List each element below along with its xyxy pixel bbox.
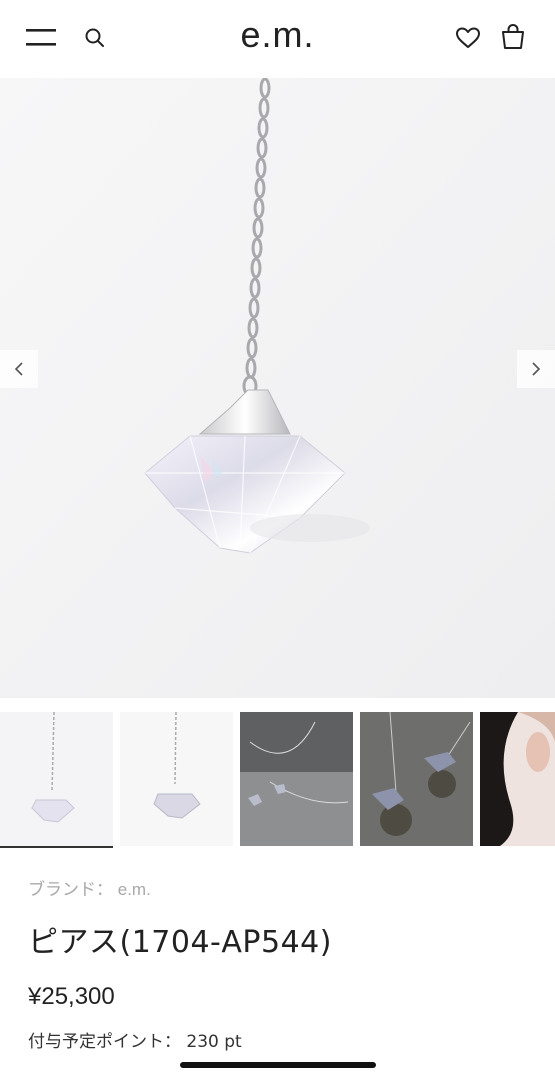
product-info: ブランド： e.m. ピアス(1704-AP544) ¥25,300 付与予定ポ… [28,875,528,1052]
thumbnail-5[interactable] [480,712,555,846]
thumbnail-strip [0,712,555,848]
site-header: e.m. [0,0,555,78]
brand-link[interactable]: e.m. [118,880,151,899]
product-main-image[interactable] [0,78,555,698]
thumbnail-3[interactable] [240,712,353,846]
brand-row: ブランド： e.m. [28,875,528,903]
product-price: ¥25,300 [28,983,115,1010]
home-indicator [180,1062,376,1068]
points-value: 230 pt [186,1032,242,1052]
heart-icon[interactable] [452,20,484,56]
thumbnail-2[interactable] [120,712,233,846]
thumbnail-1[interactable] [0,712,113,848]
brand-label: ブランド： [28,880,113,899]
earring-photo [0,78,555,698]
chevron-right-icon[interactable] [517,350,555,388]
chevron-left-icon[interactable] [0,350,38,388]
thumbnail-4[interactable] [360,712,473,846]
points-row: 付与予定ポイント： 230 pt [28,1027,528,1052]
shopping-bag-icon[interactable] [496,18,530,56]
product-title: ピアス(1704-AP544) [28,925,332,960]
points-label: 付与予定ポイント： [28,1032,181,1052]
